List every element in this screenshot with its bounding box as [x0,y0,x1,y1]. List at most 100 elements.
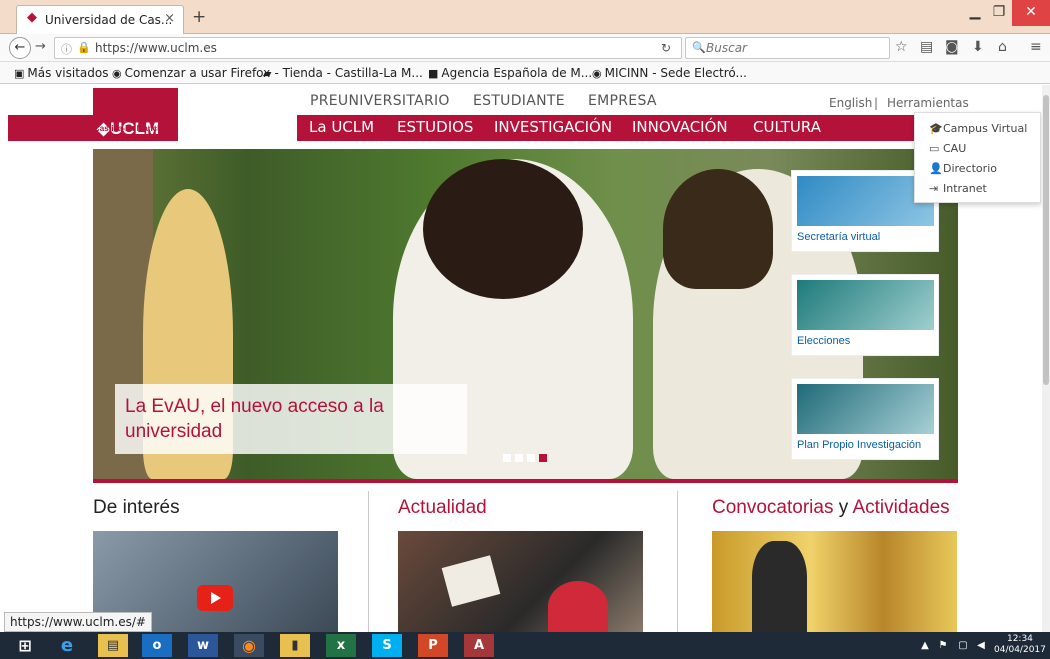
activities-image[interactable] [712,531,957,632]
bookmark-star-icon[interactable]: ☆ [895,39,908,55]
scrollbar-thumb[interactable] [1043,95,1049,385]
menu-la-uclm[interactable]: La UCLM [309,118,374,136]
play-icon[interactable] [197,585,233,611]
forward-arrow-icon[interactable]: → [35,39,46,54]
browser-nav-bar: ← → ⓘ 🔒 https://www.uclm.es ↻ 🔍 ☆ ▤ ◙ ⬇ … [0,34,1050,62]
section-divider [368,491,369,632]
folder-icon: ▰ [263,67,272,80]
agency-icon: ■ [428,67,439,80]
sign-in-icon: ⇥ [929,182,939,195]
util-divider: | [874,96,879,110]
menu-innovacion[interactable]: INNOVACIÓN [632,118,728,136]
address-url[interactable]: https://www.uclm.es [95,41,217,55]
uclm-favicon-icon: ◆ [27,10,37,25]
status-link-preview: https://www.uclm.es/# [4,612,152,632]
dd-cau[interactable]: ▭ CAU [929,142,966,155]
home-icon[interactable]: ⌂ [998,39,1007,55]
window-close-icon[interactable]: ✕ [1012,0,1050,26]
skype-icon[interactable]: S [372,634,402,657]
slider-dot[interactable] [515,454,523,462]
powerpoint-icon[interactable]: P [418,634,448,657]
volume-icon[interactable]: ◀ [966,634,996,657]
folder-app-icon[interactable]: ▮ [280,634,310,657]
menu-icon[interactable]: ≡ [1030,39,1042,55]
windows-start-icon[interactable]: ⊞ [10,634,40,657]
search-box[interactable]: 🔍 [685,37,890,59]
web-page: ◆UCLM Universidad de Castilla-La Mancha … [0,85,1050,632]
internet-explorer-icon[interactable]: e [52,634,82,657]
search-icon: 🔍 [692,41,706,54]
hero-bottom-bar [93,479,958,483]
section-de-interes: De interés [93,497,180,518]
tab-title: Universidad de Cas... [45,13,173,27]
newspaper [441,555,501,607]
bookmark-item[interactable]: ◉ Comenzar a usar Firefox [112,66,270,80]
artist-figure [752,541,807,632]
browser-tab-bar: ◆ Universidad de Cas... × + ▁ ❐ ✕ [0,0,1050,34]
globe-icon: ◉ [112,67,122,80]
news-image[interactable] [398,531,643,632]
header-red-bar [8,115,93,141]
close-tab-icon[interactable]: × [164,11,175,26]
nav-preuniversitario[interactable]: PREUNIVERSITARIO [310,93,450,109]
outlook-icon[interactable]: o [142,634,172,657]
tile-image [797,280,934,330]
section-actualidad[interactable]: Actualidad [398,497,487,519]
bookmark-item[interactable]: ■ Agencia Española de M... [428,66,592,80]
menu-cultura[interactable]: CULTURA [753,118,821,136]
info-icon[interactable]: ⓘ [61,41,72,57]
slider-dot-active[interactable] [539,454,547,462]
tools-dropdown: 🎓Campus Virtual ▭ CAU 👤Directorio ⇥ Intran… [914,112,1041,203]
slider-dot[interactable] [503,454,511,462]
bookmark-item[interactable]: ◉ MICINN - Sede Electró... [592,66,747,80]
file-explorer-icon[interactable]: ▤ [98,634,128,657]
main-menu: La UCLM ESTUDIOS INVESTIGACIÓN INNOVACIÓ… [297,115,919,141]
bookmarks-folder-icon: ▣ [14,67,25,80]
user-icon: 👤 [929,162,943,175]
section-divider [677,491,678,632]
reading-list-icon[interactable]: ▤ [920,39,933,55]
logo-subtitle: Universidad de Castilla-La Mancha [94,114,167,133]
firefox-icon[interactable]: ◉ [234,634,264,657]
red-backpack [548,581,608,632]
clock[interactable]: 12:34 04/04/2017 [994,634,1046,656]
excel-icon[interactable]: x [326,634,356,657]
tile-plan-propio[interactable]: Plan Propio Investigación [791,378,939,460]
reload-icon[interactable]: ↻ [661,41,671,55]
slider-dot[interactable] [527,454,535,462]
access-icon[interactable]: A [464,634,494,657]
hero-head-right [663,169,773,289]
dd-campus-virtual[interactable]: 🎓Campus Virtual [929,122,1027,135]
hero-hair [423,159,583,299]
nav-estudiante[interactable]: ESTUDIANTE [473,93,565,109]
laptop-icon: ▭ [929,142,940,155]
search-input[interactable] [706,40,886,56]
menu-investigacion[interactable]: INVESTIGACIÓN [494,118,612,136]
hero-caption[interactable]: La EvAU, el nuevo acceso a la universida… [125,394,455,444]
download-icon[interactable]: ⬇ [972,39,984,55]
graduation-cap-icon: 🎓 [929,122,943,135]
bookmark-item[interactable]: ▣ Más visitados [14,66,108,80]
maximize-icon[interactable]: ❐ [984,0,1014,26]
hero-caption-box[interactable]: La EvAU, el nuevo acceso a la universida… [115,384,467,454]
nav-empresa[interactable]: EMPRESA [588,93,657,109]
word-icon[interactable]: w [188,634,218,657]
address-bar[interactable]: ⓘ 🔒 https://www.uclm.es ↻ [54,37,682,59]
browser-tab[interactable]: ◆ Universidad de Cas... × [16,5,184,34]
tile-image [797,384,934,434]
menu-estudios[interactable]: ESTUDIOS [397,118,473,136]
windows-taskbar: ⊞ e ▤ o w ◉ ▮ x S P A ▲ ⚑ ▢ ◀ 12:34 04/0… [0,632,1050,659]
tile-elecciones[interactable]: Elecciones [791,274,939,356]
bookmark-item[interactable]: ▰ - Tienda - Castilla-La M... [263,66,423,80]
english-link[interactable]: English [829,96,872,110]
pocket-icon[interactable]: ◙ [945,39,959,55]
play-triangle [211,592,221,604]
section-convocatorias[interactable]: Convocatorias y Actividades [712,497,950,519]
herramientas-link[interactable]: Herramientas [887,96,969,110]
globe-icon: ◉ [592,67,602,80]
new-tab-button[interactable]: + [192,7,206,27]
lock-icon: 🔒 [77,41,91,54]
dd-directorio[interactable]: 👤Directorio [929,162,997,175]
dd-intranet[interactable]: ⇥ Intranet [929,182,987,195]
back-arrow-icon[interactable]: ← [9,37,31,59]
